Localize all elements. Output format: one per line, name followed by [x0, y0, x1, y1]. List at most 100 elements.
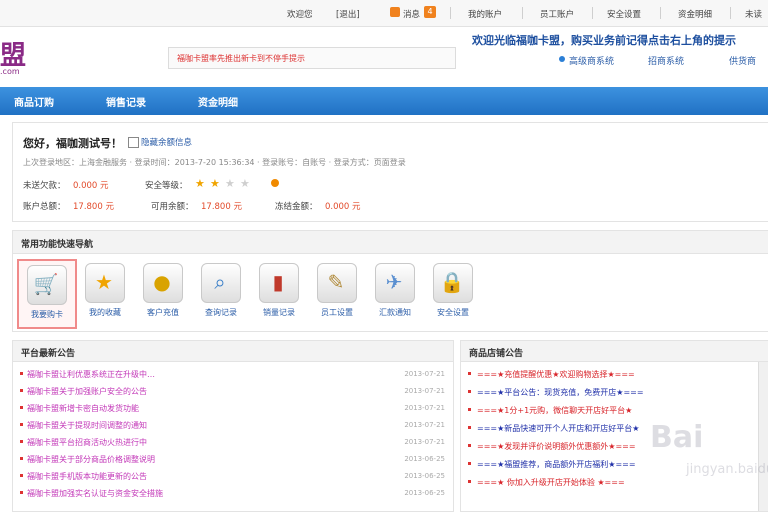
search-icon: ⌕: [214, 270, 226, 294]
list-item[interactable]: ===★ 你加入升级开店开始体验 ★===: [461, 476, 768, 493]
list-item[interactable]: ===★充值提醒优惠★欢迎购物选择★===: [461, 368, 768, 385]
coin-icon: [271, 179, 279, 187]
star-icon: ★: [95, 270, 113, 294]
bullet-icon: [20, 423, 23, 426]
list-item[interactable]: 福咖卡盟手机版本功能更新的公告 2013-06-25: [13, 470, 453, 487]
quick-nav-buy-card[interactable]: 🛒 我要购卡: [17, 259, 77, 329]
bullet-icon: [20, 372, 23, 375]
logout-link[interactable]: [退出]: [336, 8, 360, 20]
list-item[interactable]: 福咖卡盟新增卡密自动发货功能 2013-07-21: [13, 402, 453, 419]
quick-nav-sales-record[interactable]: ▮ 销量记录: [251, 259, 307, 325]
quick-nav-label: 汇款通知: [379, 308, 411, 317]
message-link[interactable]: 消息: [403, 8, 420, 20]
welcome-text: 欢迎您: [287, 10, 313, 20]
product-notice-title[interactable]: ===★福盟推荐，商品额外开店福利★===: [477, 459, 636, 470]
product-notices: 商品店铺公告 ===★充值提醒优惠★欢迎购物选择★=== ===★平台公告：现货…: [460, 340, 768, 512]
scrolling-notice[interactable]: 福咖卡盟率先推出新卡到不停手提示: [168, 47, 456, 69]
quick-nav-favorites[interactable]: ★ 我的收藏: [77, 259, 133, 325]
notice-title[interactable]: 福咖卡盟关于部分商品价格调整说明: [27, 454, 155, 465]
quick-nav-title: 常用功能快速导航: [21, 240, 94, 250]
notice-title[interactable]: 福咖卡盟新增卡密自动发货功能: [27, 403, 139, 414]
list-item[interactable]: ===★新品快速可开个人开店和开店好平台★: [461, 422, 768, 439]
unpaid-label: 未送欠款：: [23, 181, 66, 191]
notice-date: 2013-06-25: [404, 455, 445, 463]
nav-item-funds[interactable]: 资金明细: [198, 94, 238, 109]
list-item[interactable]: 福咖卡盟平台招商活动火热进行中 2013-07-21: [13, 436, 453, 453]
list-item[interactable]: 福咖卡盟关于提现时间调整的通知 2013-07-21: [13, 419, 453, 436]
quick-nav-staff[interactable]: ✎ 员工设置: [309, 259, 365, 325]
top-link-unread[interactable]: 未读: [745, 8, 762, 20]
bullet-icon: [559, 56, 565, 62]
star-icon: ★: [210, 177, 220, 190]
notice-date: 2013-07-21: [404, 387, 445, 395]
quick-nav-panel: 🛒 我要购卡 ★ 我的收藏 ● 客户充值 ⌕ 查询记录 ▮ 销量记录 ✎ 员工设…: [12, 253, 768, 332]
nav-item-sales[interactable]: 销售记录: [106, 94, 146, 109]
security-level-label: 安全等级：: [145, 181, 188, 191]
list-item[interactable]: 福咖卡盟关于部分商品价格调整说明 2013-06-25: [13, 453, 453, 470]
hide-balance-checkbox[interactable]: [128, 137, 139, 148]
product-notice-title[interactable]: ===★平台公告：现货充值，免费开店★===: [477, 387, 644, 398]
send-icon: ✈: [385, 270, 403, 294]
unpaid-value: 0.000 元: [73, 181, 109, 191]
list-item[interactable]: 福咖卡盟关于加强账户安全的公告 2013-07-21: [13, 385, 453, 402]
star-icon: ★: [240, 177, 250, 190]
coins-icon: ●: [153, 270, 171, 294]
quick-nav-label: 员工设置: [321, 308, 353, 317]
top-link-staff-account[interactable]: 员工账户: [540, 8, 574, 20]
quick-nav-recharge[interactable]: ● 客户充值: [135, 259, 191, 325]
top-link-security[interactable]: 安全设置: [607, 8, 641, 20]
notice-date: 2013-07-21: [404, 370, 445, 378]
product-notices-title: 商品店铺公告: [469, 349, 524, 359]
list-item[interactable]: ===★平台公告：现货充值，免费开店★===: [461, 386, 768, 403]
notice-title[interactable]: 福咖卡盟手机版本功能更新的公告: [27, 471, 147, 482]
list-item[interactable]: ===★发现并评价说明额外优惠额外★===: [461, 440, 768, 457]
bullet-icon: [468, 372, 471, 375]
link-merchant-system[interactable]: 招商系统: [648, 54, 684, 67]
available-balance-value: 17.800 元: [201, 202, 242, 212]
quick-nav-label: 我要购卡: [31, 310, 63, 319]
notice-date: 2013-06-25: [404, 489, 445, 497]
product-notice-title[interactable]: ===★充值提醒优惠★欢迎购物选择★===: [477, 369, 635, 380]
total-balance-value: 17.800 元: [73, 202, 114, 212]
notice-title[interactable]: 福咖卡盟关于加强账户安全的公告: [27, 386, 147, 397]
bullet-icon: [20, 406, 23, 409]
product-notice-title[interactable]: ===★发现并评价说明额外优惠额外★===: [477, 441, 636, 452]
quick-nav-label: 我的收藏: [89, 308, 121, 317]
quick-nav-security[interactable]: 🔒 安全设置: [425, 259, 481, 325]
list-item[interactable]: ===★1分+1元购，微信聊天开店好平台★: [461, 404, 768, 421]
link-supplier[interactable]: 供货商: [729, 54, 756, 67]
product-notice-title[interactable]: ===★ 你加入升级开店开始体验 ★===: [477, 477, 625, 488]
platform-notices: 平台最新公告 福咖卡盟让利优惠系统正在升级中… 2013-07-21 福咖卡盟关于…: [12, 340, 454, 512]
notice-date: 2013-07-21: [404, 421, 445, 429]
bullet-icon: [468, 390, 471, 393]
hide-balance-label[interactable]: 隐藏余额信息: [141, 136, 192, 148]
platform-notices-header: 平台最新公告: [13, 341, 453, 362]
lock-icon: 🔒: [439, 270, 465, 294]
message-icon[interactable]: [390, 7, 400, 17]
main-nav: 商品订购 销售记录 资金明细: [0, 87, 768, 115]
bullet-icon: [468, 480, 471, 483]
bullet-icon: [20, 440, 23, 443]
total-balance-label: 账户总额：: [23, 202, 66, 212]
scrolling-notice-text: 福咖卡盟率先推出新卡到不停手提示: [177, 54, 305, 63]
product-notice-title[interactable]: ===★新品快速可开个人开店和开店好平台★: [477, 423, 639, 434]
link-advanced-system[interactable]: 高级商系统: [569, 54, 614, 67]
watermark: Bai: [650, 420, 704, 455]
product-notice-title[interactable]: ===★1分+1元购，微信聊天开店好平台★: [477, 405, 632, 416]
notice-title[interactable]: 福咖卡盟加强实名认证与资金安全措施: [27, 488, 163, 499]
top-link-funds[interactable]: 资金明细: [678, 8, 712, 20]
list-item[interactable]: 福咖卡盟让利优惠系统正在升级中… 2013-07-21: [13, 368, 453, 385]
top-link-my-account[interactable]: 我的账户: [468, 8, 502, 20]
quick-nav-query[interactable]: ⌕ 查询记录: [193, 259, 249, 325]
site-header: 盟 .com 福咖卡盟率先推出新卡到不停手提示 欢迎光临福咖卡盟，购买业务前记得…: [0, 27, 768, 87]
quick-nav-remittance[interactable]: ✈ 汇款通知: [367, 259, 423, 325]
notice-title[interactable]: 福咖卡盟让利优惠系统正在升级中…: [27, 369, 155, 380]
list-item[interactable]: 福咖卡盟加强实名认证与资金安全措施 2013-06-25: [13, 487, 453, 504]
available-balance-label: 可用余额：: [151, 202, 194, 212]
notice-title[interactable]: 福咖卡盟平台招商活动火热进行中: [27, 437, 147, 448]
notice-title[interactable]: 福咖卡盟关于提现时间调整的通知: [27, 420, 147, 431]
nav-item-order[interactable]: 商品订购: [14, 94, 54, 109]
divider: [660, 7, 661, 19]
notepad-icon: ✎: [327, 270, 345, 294]
star-icon: ★: [225, 177, 235, 190]
